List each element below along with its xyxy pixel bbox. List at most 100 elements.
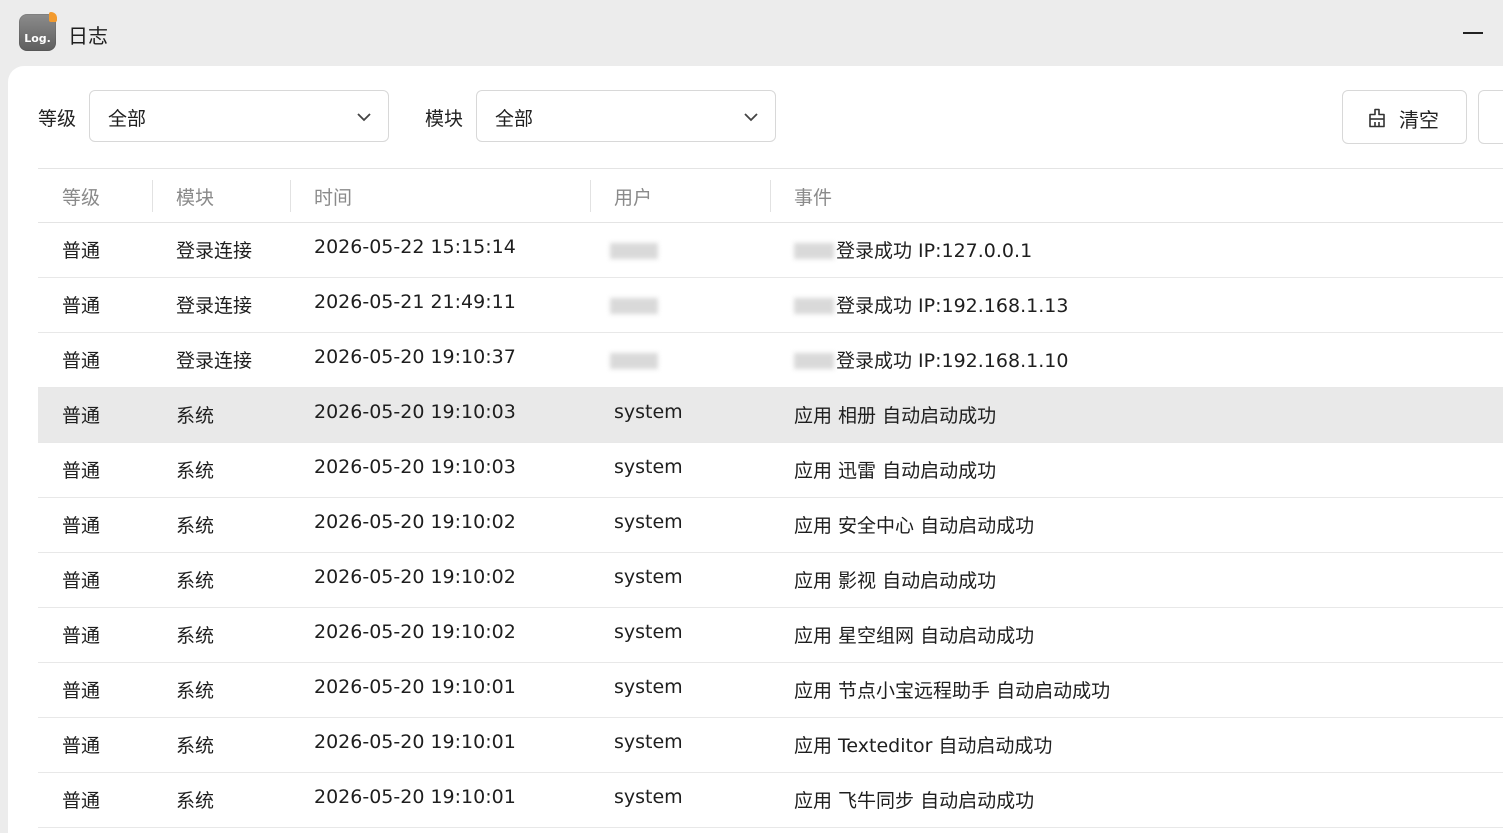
window-title: 日志	[68, 24, 108, 48]
header-divider	[290, 180, 291, 212]
header-divider	[152, 180, 153, 212]
cell-user: system	[614, 456, 683, 478]
cell-user: system	[614, 676, 683, 698]
cell-level: 普通	[62, 460, 101, 482]
header-event: 事件	[794, 187, 833, 209]
log-window: Log. 日志 等级 全部 模块 全部 清空 等级 模块 时间 用户 事件 普通…	[0, 0, 1503, 833]
module-select-value: 全部	[495, 108, 534, 130]
cell-time: 2026-05-20 19:10:03	[314, 401, 516, 423]
cell-user: system	[614, 566, 683, 588]
cell-module: 系统	[176, 460, 215, 482]
cell-module: 系统	[176, 735, 215, 757]
table-row[interactable]: 普通 系统 2026-05-20 19:10:01 system 应用 Textedit…	[38, 718, 1503, 773]
app-icon-accent	[49, 12, 57, 22]
cell-module: 系统	[176, 625, 215, 647]
cell-time: 2026-05-21 21:49:11	[314, 291, 516, 313]
table-row[interactable]: 普通 系统 2026-05-20 19:10:01 system 应用 节点小宝远程助手…	[38, 663, 1503, 718]
header-divider	[770, 180, 771, 212]
log-table: 等级 模块 时间 用户 事件 普通 登录连接 2026-05-22 15:15:14…	[38, 168, 1503, 828]
cell-module: 登录连接	[176, 350, 253, 372]
cell-user: system	[614, 731, 683, 753]
cell-module: 系统	[176, 680, 215, 702]
redacted-event-user	[794, 353, 834, 369]
cell-level: 普通	[62, 790, 101, 812]
cell-time: 2026-05-20 19:10:02	[314, 511, 516, 533]
app-icon-text: Log.	[24, 32, 51, 45]
cell-user: system	[614, 621, 683, 643]
cell-event: 登录成功 IP:127.0.0.1	[836, 240, 1033, 262]
cell-level: 普通	[62, 570, 101, 592]
cell-time: 2026-05-20 19:10:37	[314, 346, 516, 368]
level-filter-label: 等级	[38, 108, 77, 130]
cell-user: system	[614, 786, 683, 808]
table-header: 等级 模块 时间 用户 事件	[38, 168, 1503, 223]
more-button[interactable]	[1478, 90, 1503, 144]
redacted-event-user	[794, 243, 834, 259]
header-user: 用户	[614, 187, 653, 209]
cell-event: 应用 节点小宝远程助手 自动启动成功	[794, 680, 1111, 702]
table-row[interactable]: 普通 系统 2026-05-20 19:10:02 system 应用 星空组网 自动启…	[38, 608, 1503, 663]
table-row[interactable]: 普通 系统 2026-05-20 19:10:02 system 应用 影视 自动启动成…	[38, 553, 1503, 608]
cell-module: 系统	[176, 405, 215, 427]
table-row[interactable]: 普通 登录连接 2026-05-20 19:10:37 登录成功 IP:192.168…	[38, 333, 1503, 388]
table-row[interactable]: 普通 登录连接 2026-05-22 15:15:14 登录成功 IP:127.0.0…	[38, 223, 1503, 278]
table-row[interactable]: 普通 系统 2026-05-20 19:10:03 system 应用 迅雷 自动启动成…	[38, 443, 1503, 498]
cell-event: 应用 影视 自动启动成功	[794, 570, 997, 592]
cell-user: system	[614, 401, 683, 423]
header-time: 时间	[314, 187, 353, 209]
cell-time: 2026-05-20 19:10:02	[314, 621, 516, 643]
cell-event: 应用 安全中心 自动启动成功	[794, 515, 1035, 537]
cell-time: 2026-05-20 19:10:01	[314, 786, 516, 808]
cell-module: 登录连接	[176, 295, 253, 317]
level-select-value: 全部	[108, 108, 147, 130]
cell-time: 2026-05-20 19:10:01	[314, 731, 516, 753]
cell-level: 普通	[62, 240, 101, 262]
header-level: 等级	[62, 187, 101, 209]
cell-event: 登录成功 IP:192.168.1.13	[836, 295, 1069, 317]
table-row[interactable]: 普通 登录连接 2026-05-21 21:49:11 登录成功 IP:192.168…	[38, 278, 1503, 333]
module-filter-label: 模块	[425, 108, 464, 130]
main-panel: 等级 全部 模块 全部 清空 等级 模块 时间 用户 事件 普通 登录连接 20…	[8, 66, 1503, 833]
cell-time: 2026-05-20 19:10:02	[314, 566, 516, 588]
cell-level: 普通	[62, 515, 101, 537]
clear-button-label: 清空	[1399, 108, 1439, 132]
cell-event: 应用 星空组网 自动启动成功	[794, 625, 1035, 647]
redacted-username	[610, 353, 658, 369]
redacted-event-user	[794, 298, 834, 314]
chevron-down-icon	[357, 113, 371, 122]
chevron-down-icon	[744, 113, 758, 122]
redacted-username	[610, 298, 658, 314]
minimize-button[interactable]	[1452, 20, 1492, 46]
log-app-icon: Log.	[19, 12, 57, 51]
cell-time: 2026-05-20 19:10:01	[314, 676, 516, 698]
table-row[interactable]: 普通 系统 2026-05-20 19:10:03 system 应用 相册 自动启动成…	[38, 388, 1503, 443]
cell-event: 应用 Texteditor 自动启动成功	[794, 735, 1053, 757]
cell-module: 系统	[176, 790, 215, 812]
cell-level: 普通	[62, 735, 101, 757]
redacted-username	[610, 243, 658, 259]
header-module: 模块	[176, 187, 215, 209]
broom-icon	[1369, 108, 1385, 128]
table-row[interactable]: 普通 系统 2026-05-20 19:10:01 system 应用 飞牛同步 自动启…	[38, 773, 1503, 828]
level-select[interactable]: 全部	[89, 90, 389, 142]
cell-event: 应用 迅雷 自动启动成功	[794, 460, 997, 482]
cell-level: 普通	[62, 680, 101, 702]
cell-module: 登录连接	[176, 240, 253, 262]
cell-module: 系统	[176, 515, 215, 537]
cell-level: 普通	[62, 625, 101, 647]
clear-button[interactable]: 清空	[1342, 90, 1467, 144]
module-select[interactable]: 全部	[476, 90, 776, 142]
cell-level: 普通	[62, 405, 101, 427]
table-body: 普通 登录连接 2026-05-22 15:15:14 登录成功 IP:127.0.0…	[38, 223, 1503, 828]
header-divider	[590, 180, 591, 212]
cell-level: 普通	[62, 295, 101, 317]
title-bar: Log. 日志	[0, 0, 1503, 66]
cell-event: 登录成功 IP:192.168.1.10	[836, 350, 1069, 372]
cell-level: 普通	[62, 350, 101, 372]
table-row[interactable]: 普通 系统 2026-05-20 19:10:02 system 应用 安全中心 自动启…	[38, 498, 1503, 553]
cell-event: 应用 飞牛同步 自动启动成功	[794, 790, 1035, 812]
cell-time: 2026-05-22 15:15:14	[314, 236, 516, 258]
cell-user: system	[614, 511, 683, 533]
cell-event: 应用 相册 自动启动成功	[794, 405, 997, 427]
cell-module: 系统	[176, 570, 215, 592]
